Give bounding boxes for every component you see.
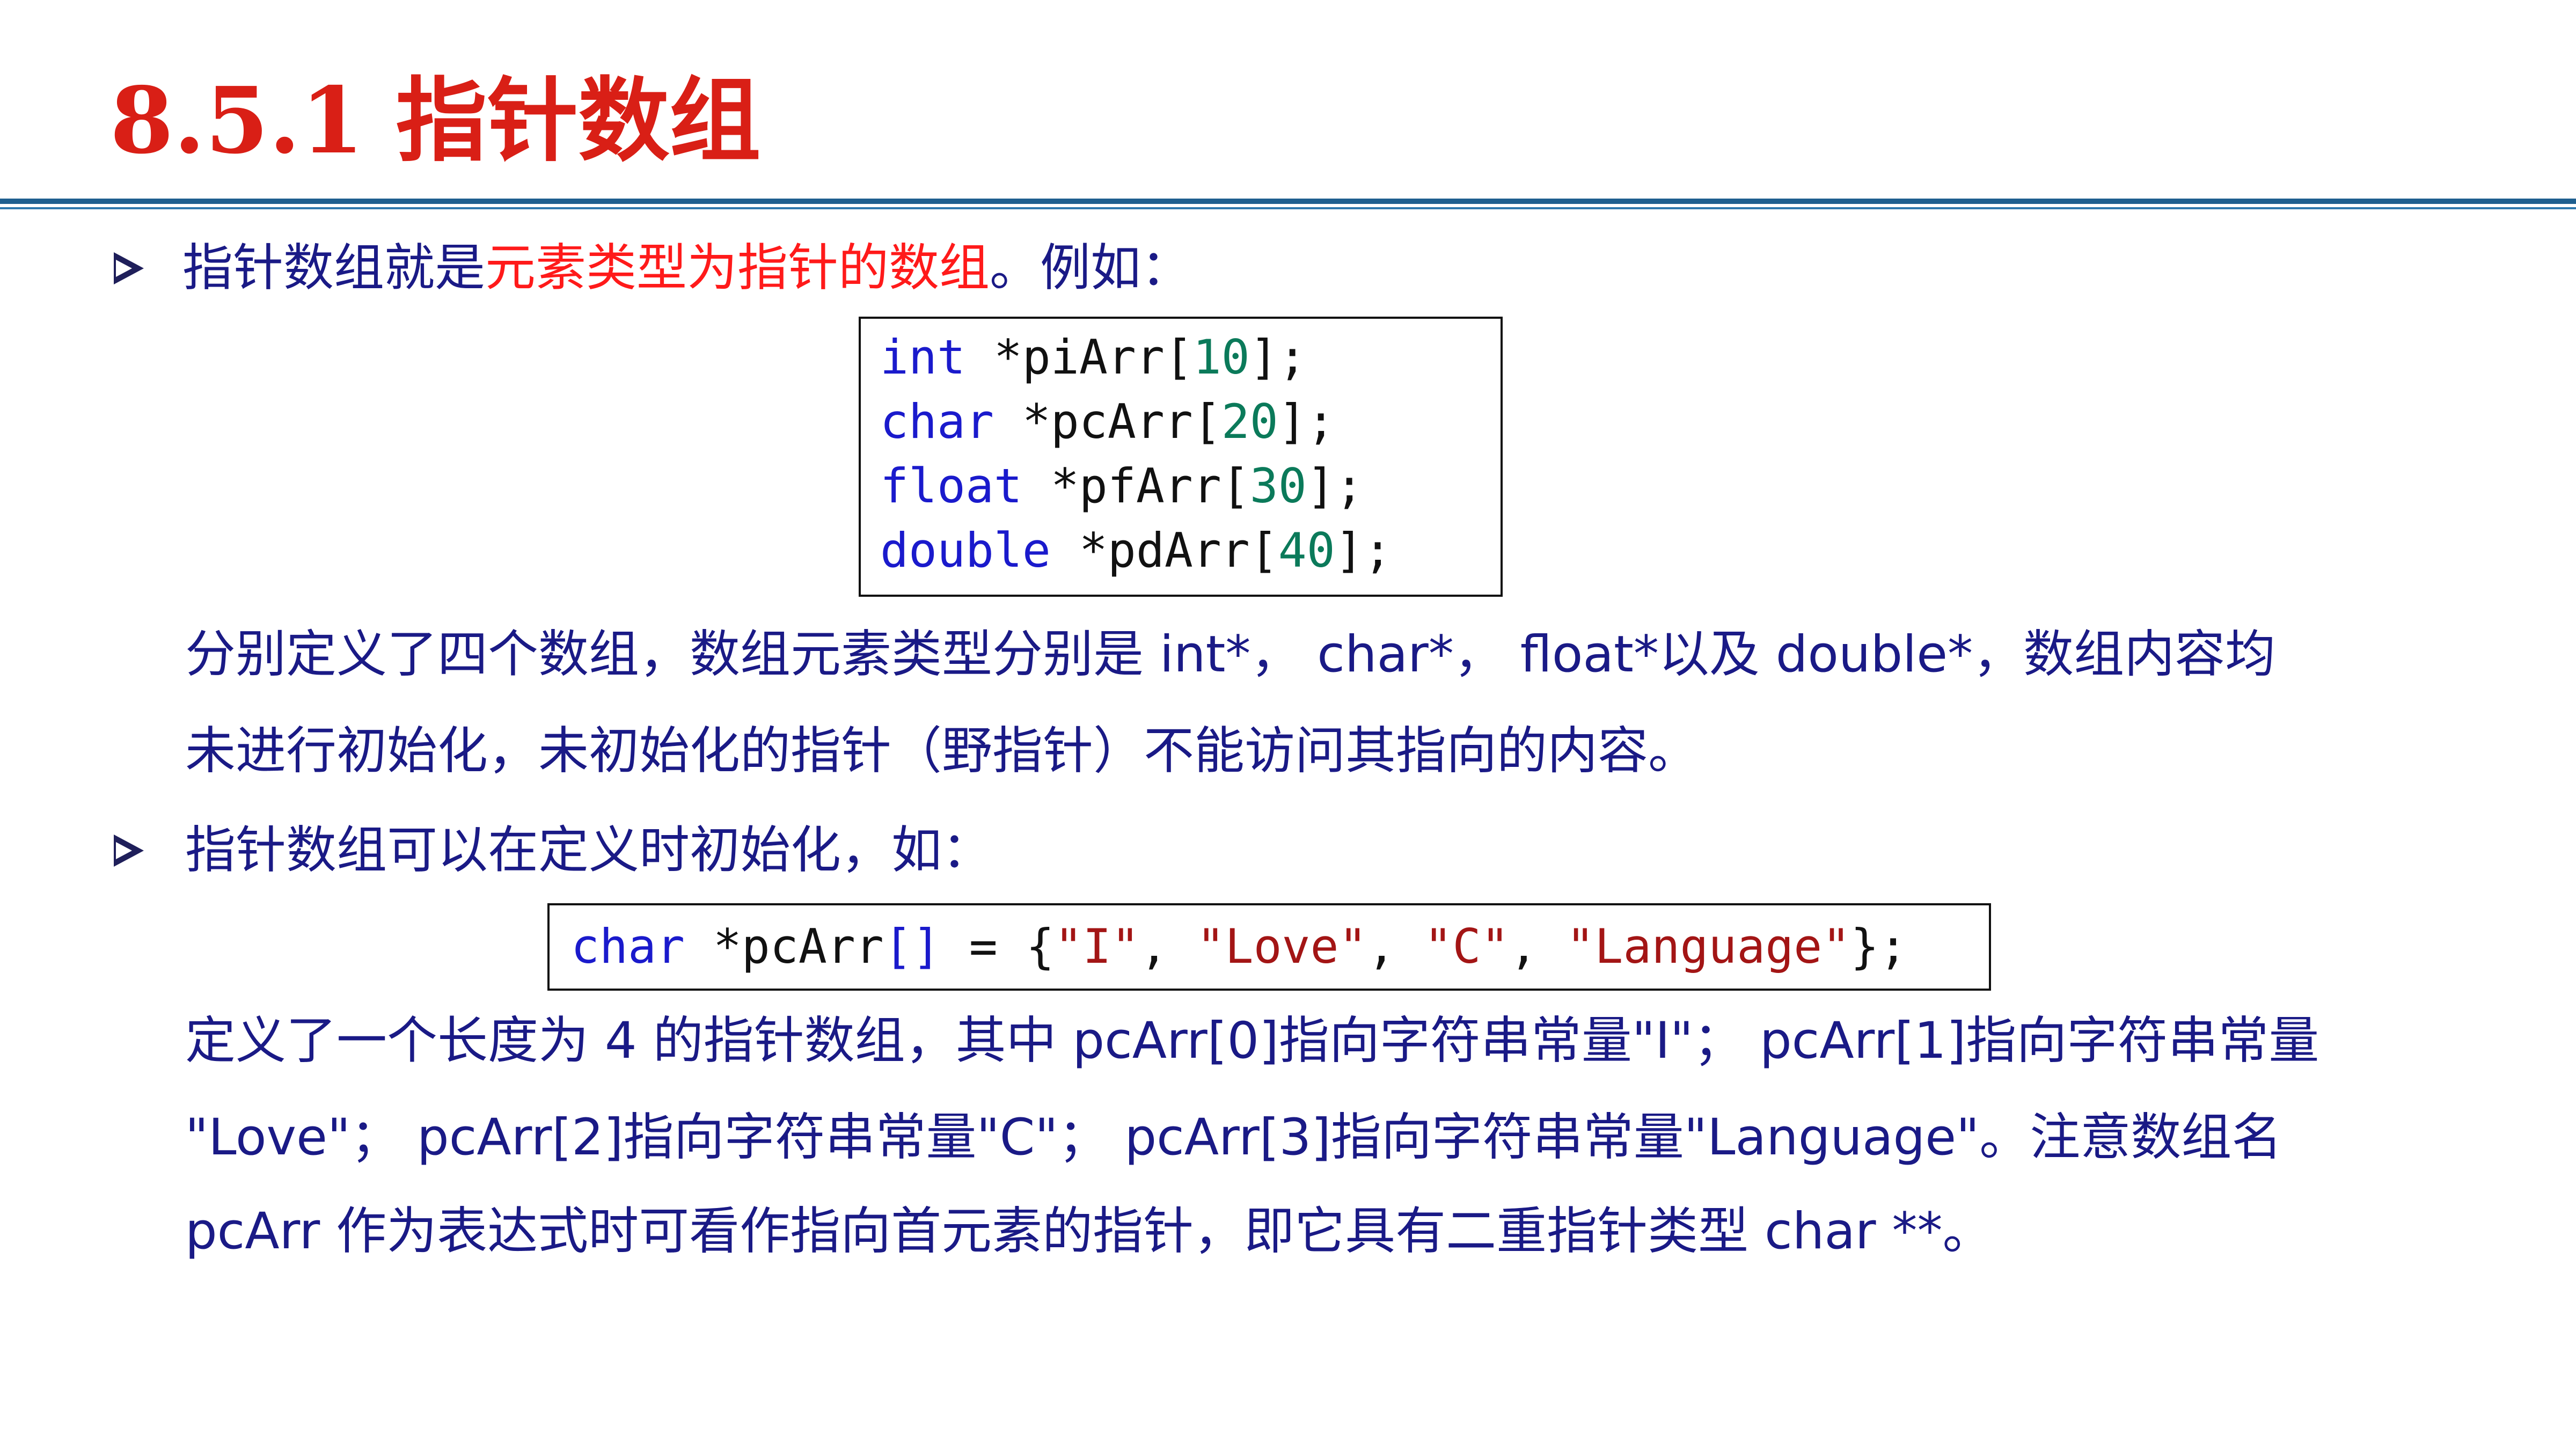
paragraph-1-line-1: 分别定义了四个数组，数组元素类型分别是 int*， char*， float*以… (185, 625, 2276, 684)
arrow-bullet-icon (114, 835, 144, 867)
arrow-bullet-icon (114, 252, 144, 284)
title-divider-thick (0, 199, 2576, 204)
bullet-1-prefix: 指针数组就是 (182, 239, 486, 297)
code-line: int *piArr[10]; (880, 330, 1307, 385)
slide-title: 8.5.1 指针数组 (110, 67, 761, 174)
code-line: double *pdArr[40]; (880, 523, 1392, 578)
paragraph-2-line-2: "Love"； pcArr[2]指向字符串常量"C"； pcArr[3]指向字符… (185, 1108, 2282, 1167)
title-divider-thin (0, 207, 2576, 209)
code-line: char *pcArr[] = {"I", "Love", "C", "Lang… (571, 919, 1908, 974)
paragraph-2-line-1: 定义了一个长度为 4 的指针数组，其中 pcArr[0]指向字符串常量"I"； … (185, 1012, 2319, 1070)
paragraph-2-line-3: pcArr 作为表达式时可看作指向首元素的指针，即它具有二重指针类型 char … (185, 1202, 1993, 1261)
bullet-1-highlight: 元素类型为指针的数组 (485, 239, 990, 297)
code-block-declarations: int *piArr[10]; char *pcArr[20]; float *… (859, 317, 1503, 597)
code-block-initializer: char *pcArr[] = {"I", "Love", "C", "Lang… (547, 903, 1991, 991)
paragraph-1-line-2: 未进行初始化，未初始化的指针（野指针）不能访问其指向的内容。 (185, 722, 1699, 780)
code-line: char *pcArr[20]; (880, 394, 1335, 449)
code-line: float *pfArr[30]; (880, 458, 1364, 514)
bullet-1-suffix: 。例如： (990, 239, 1192, 297)
bullet-2-text: 指针数组可以在定义时初始化，如： (185, 821, 993, 880)
bullet-1-text: 指针数组就是元素类型为指针的数组。例如： (182, 236, 1191, 301)
